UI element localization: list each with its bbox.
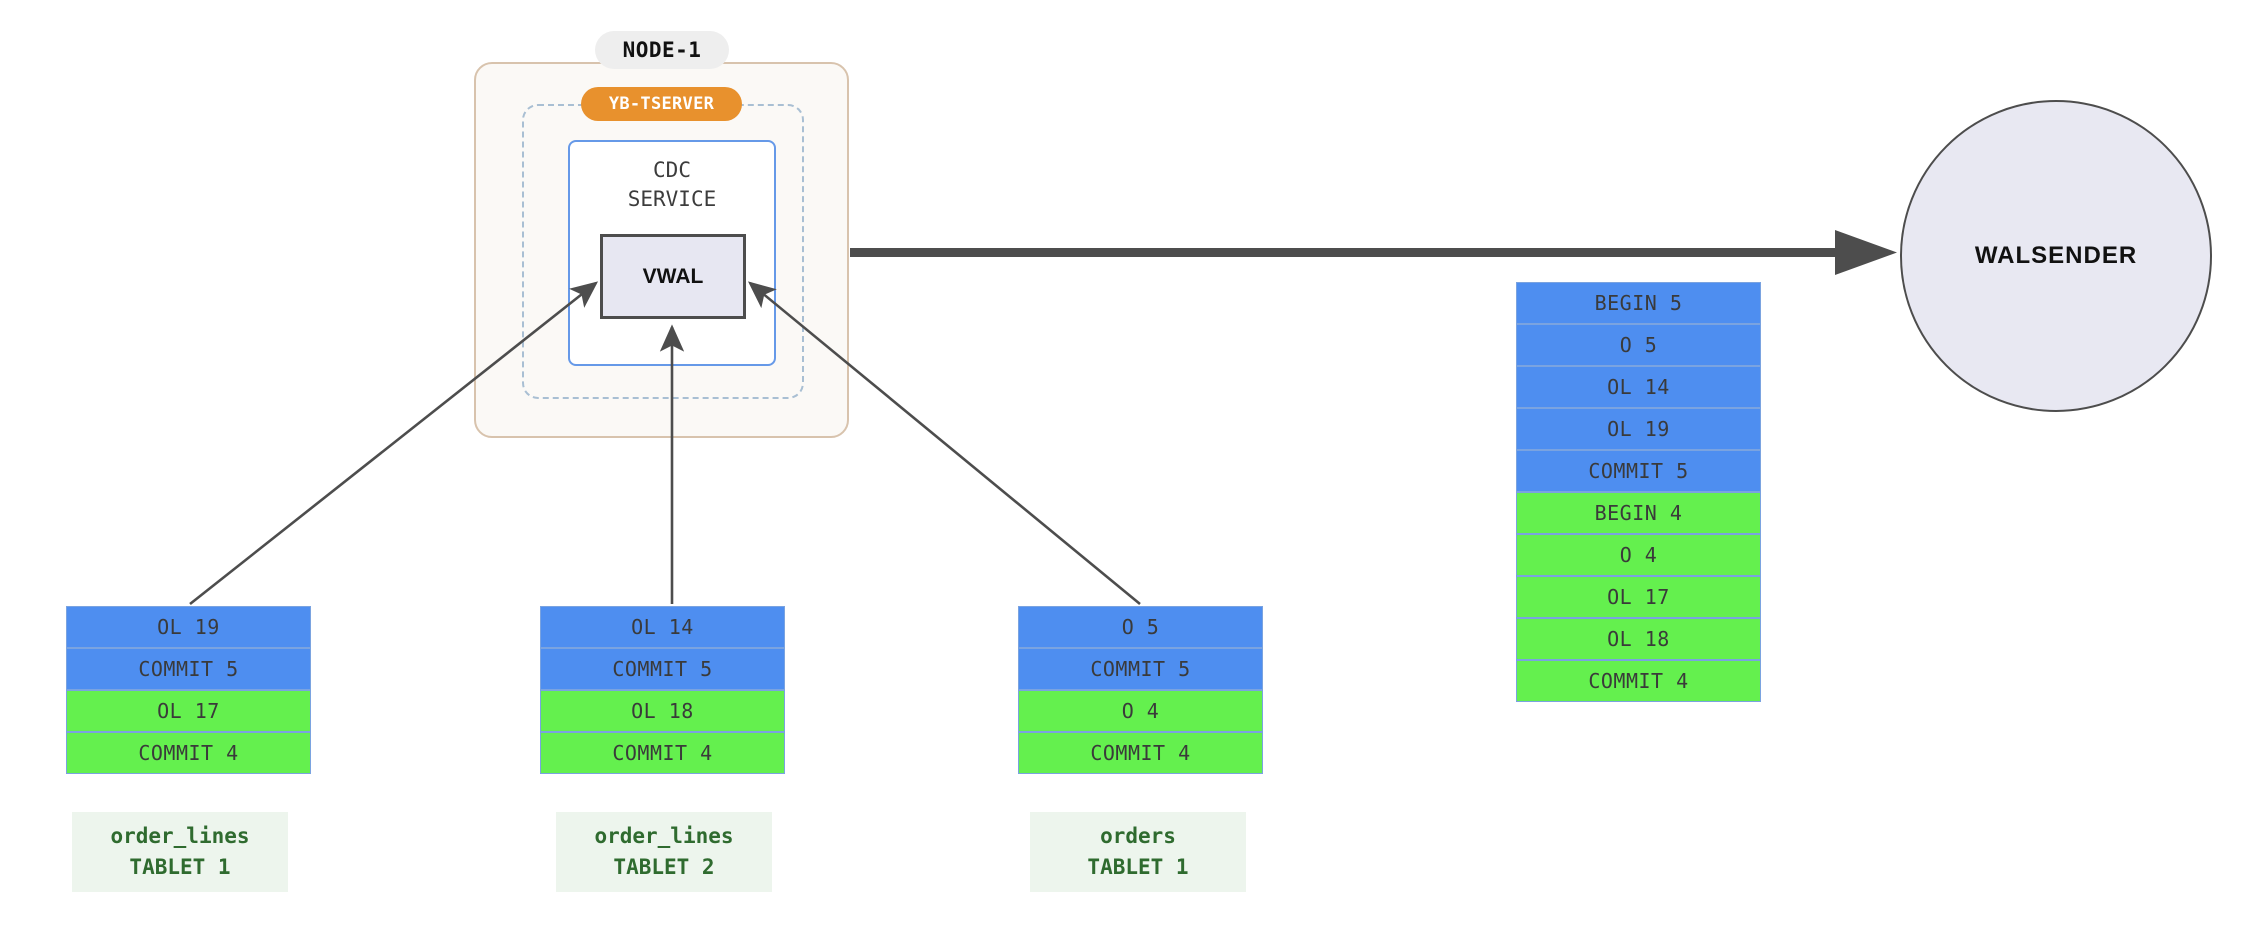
record-row: O 5	[1018, 606, 1263, 648]
tablet-label: orders TABLET 1	[1030, 812, 1246, 892]
tablet-number: TABLET 1	[129, 855, 231, 879]
record-row: COMMIT 4	[540, 732, 785, 774]
vwal-output-stream: BEGIN 5O 5 OL 14 OL 19 COMMIT 5 BEGIN 4O 4 OL…	[1516, 282, 1761, 702]
record-row: O 4	[1018, 690, 1263, 732]
record-row: OL 17	[1516, 576, 1761, 618]
tablet-number: TABLET 2	[613, 855, 715, 879]
yb-tserver-pill: YB-TSERVER	[581, 87, 742, 121]
tablet-number: TABLET 1	[1087, 855, 1189, 879]
tablet-label: order_lines TABLET 1	[72, 812, 288, 892]
arrow-layer	[189, 230, 1897, 606]
tablet-label: order_lines TABLET 2	[556, 812, 772, 892]
record-row: BEGIN 5	[1516, 282, 1761, 324]
tablet-record-stack: O 5 COMMIT 5O 4 COMMIT 4	[1018, 606, 1263, 774]
tablet-table-name: orders	[1100, 824, 1176, 848]
record-row: COMMIT 5	[1516, 450, 1761, 492]
record-row: OL 17	[66, 690, 311, 732]
record-row: OL 19	[66, 606, 311, 648]
record-row: OL 18	[540, 690, 785, 732]
arrow-vwal-to-walsender	[850, 230, 1897, 275]
cdc-service-label: CDC SERVICE	[627, 158, 717, 211]
record-row: BEGIN 4	[1516, 492, 1761, 534]
walsender-node: WALSENDER	[1900, 100, 2212, 412]
record-row: OL 14	[540, 606, 785, 648]
record-row: COMMIT 4	[66, 732, 311, 774]
record-row: COMMIT 5	[66, 648, 311, 690]
record-row: O 4	[1516, 534, 1761, 576]
record-row: COMMIT 4	[1516, 660, 1761, 702]
record-row: COMMIT 4	[1018, 732, 1263, 774]
record-row: OL 14	[1516, 366, 1761, 408]
record-row: COMMIT 5	[540, 648, 785, 690]
record-row: OL 18	[1516, 618, 1761, 660]
tablet-record-stack: OL 14 COMMIT 5 OL 18 COMMIT 4	[540, 606, 785, 774]
record-row: O 5	[1516, 324, 1761, 366]
vwal-box: VWAL	[600, 234, 746, 319]
tablet-table-name: order_lines	[594, 824, 734, 848]
tablet-table-name: order_lines	[110, 824, 250, 848]
diagram-canvas: NODE-1 YB-TSERVER CDC SERVICE VWAL WALSE…	[0, 0, 2254, 950]
record-row: COMMIT 5	[1018, 648, 1263, 690]
record-row: OL 19	[1516, 408, 1761, 450]
node-title-pill: NODE-1	[595, 31, 729, 69]
tablet-record-stack: OL 19 COMMIT 5 OL 17 COMMIT 4	[66, 606, 311, 774]
